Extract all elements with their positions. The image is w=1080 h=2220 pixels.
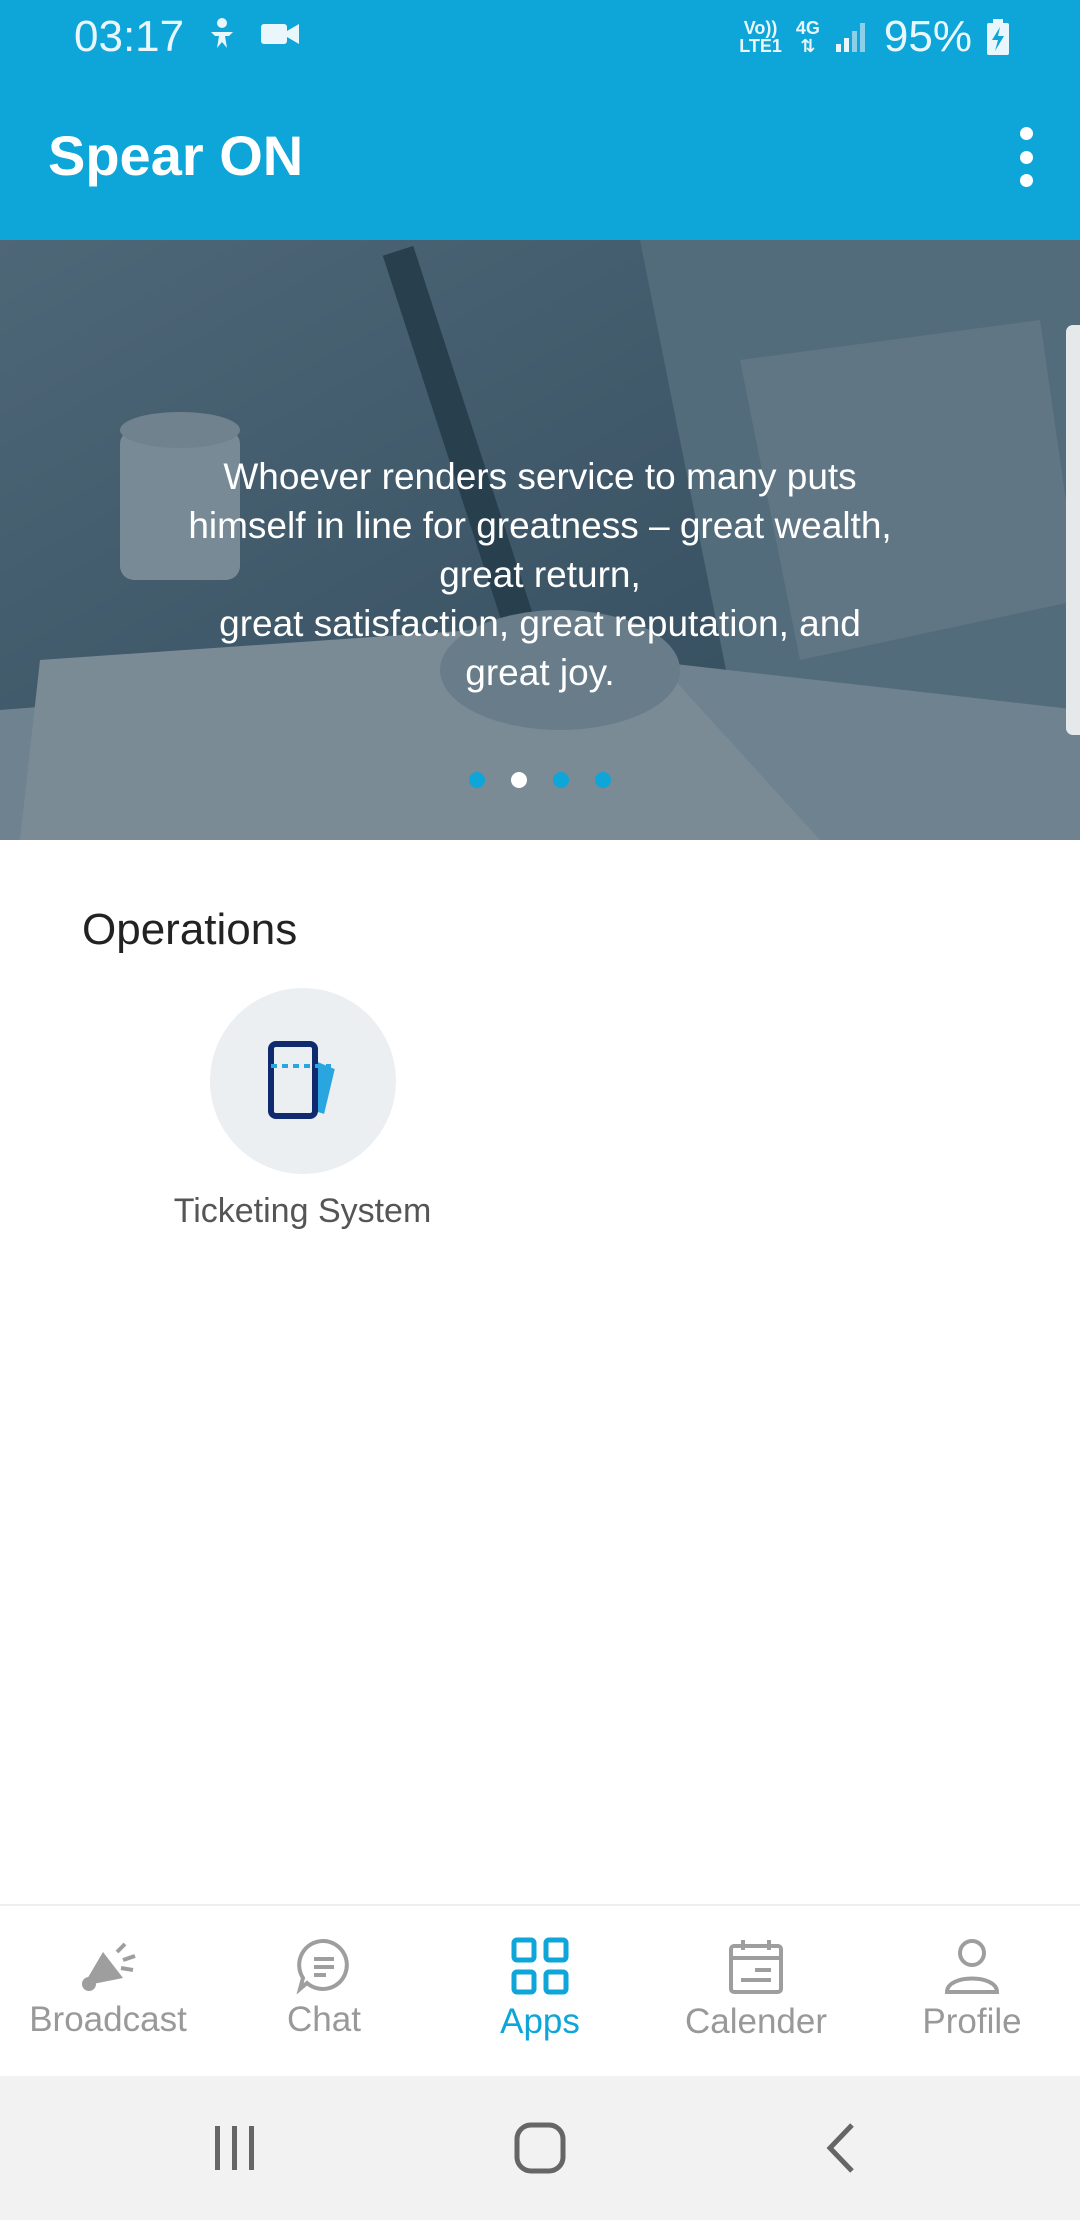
network-type-label: 4G: [795, 18, 820, 38]
more-vert-icon[interactable]: [1006, 127, 1046, 187]
data-arrows-icon: ⇅: [800, 36, 816, 56]
status-right: Vo)) LTE1 4G ⇅ 95%: [739, 12, 1010, 62]
nav-label-profile: Profile: [922, 2002, 1022, 2041]
battery-charging-icon: [987, 19, 1009, 55]
apps-grid-icon: [511, 1937, 569, 1995]
accessibility-icon: [211, 18, 233, 48]
scroll-handle[interactable]: [1066, 325, 1080, 735]
carousel-dot[interactable]: [553, 772, 569, 788]
home-icon[interactable]: [512, 2120, 568, 2176]
nav-item-calender[interactable]: Calender: [648, 1906, 864, 2078]
menu-dot: [1019, 127, 1033, 140]
nav-item-profile[interactable]: Profile: [864, 1906, 1080, 2078]
quote-line: himself in line for greatness – great we…: [188, 505, 892, 546]
banner-quote: Whoever renders service to many puts him…: [100, 452, 980, 697]
bottom-navigation: Broadcast Chat Apps Calender Profile: [0, 1904, 1080, 2078]
app-tile-ticketing-system[interactable]: Ticketing System: [160, 988, 445, 1231]
status-bar: 03:17 Vo)) LTE1 4G ⇅ 95%: [0, 0, 1080, 75]
app-tile-label: Ticketing System: [173, 1192, 432, 1230]
quote-line: great joy.: [465, 652, 615, 693]
carousel-dot-active[interactable]: [511, 772, 527, 788]
profile-icon: [944, 1939, 1000, 1994]
section-title-operations: Operations: [82, 905, 298, 954]
signal-icon: [835, 23, 865, 52]
nav-item-apps[interactable]: Apps: [432, 1906, 648, 2078]
calendar-icon: [729, 1940, 783, 1994]
volte-indicator: Vo)) LTE1: [739, 19, 782, 55]
quote-line: Whoever renders service to many puts: [223, 456, 857, 497]
video-camera-icon: [261, 24, 299, 44]
recent-apps-icon[interactable]: [210, 2120, 260, 2176]
carousel-dot[interactable]: [469, 772, 485, 788]
nav-label-apps: Apps: [500, 2002, 580, 2041]
network-type: 4G ⇅: [796, 19, 820, 55]
ticket-icon: [267, 1041, 335, 1119]
carousel-dot[interactable]: [595, 772, 611, 788]
app-title: Spear ON: [48, 124, 304, 187]
quote-line: great satisfaction, great reputation, an…: [219, 603, 861, 644]
nav-label-broadcast: Broadcast: [29, 2000, 187, 2039]
status-time: 03:17: [74, 12, 185, 61]
nav-label-calender: Calender: [684, 2002, 828, 2041]
volte-label: Vo)): [743, 18, 778, 38]
quote-line: great return,: [439, 554, 641, 595]
menu-dot: [1019, 150, 1033, 164]
banner-carousel[interactable]: Whoever renders service to many puts him…: [0, 240, 1080, 840]
status-notification-icons: [205, 16, 301, 50]
app-tile-icon-circle: [209, 988, 396, 1174]
back-icon[interactable]: [820, 2120, 860, 2176]
megaphone-icon: [82, 1942, 136, 1991]
nav-label-chat: Chat: [287, 2000, 361, 2039]
chat-icon: [296, 1938, 349, 1994]
lte-label: LTE1: [739, 36, 782, 56]
app-bar: Spear ON: [0, 75, 1080, 240]
system-navigation-bar: [0, 2076, 1080, 2220]
menu-dot: [1019, 174, 1033, 187]
carousel-indicator: [0, 772, 1080, 788]
nav-item-chat[interactable]: Chat: [216, 1906, 432, 2078]
battery-percent: 95%: [883, 12, 972, 61]
nav-item-broadcast[interactable]: Broadcast: [0, 1906, 216, 2078]
